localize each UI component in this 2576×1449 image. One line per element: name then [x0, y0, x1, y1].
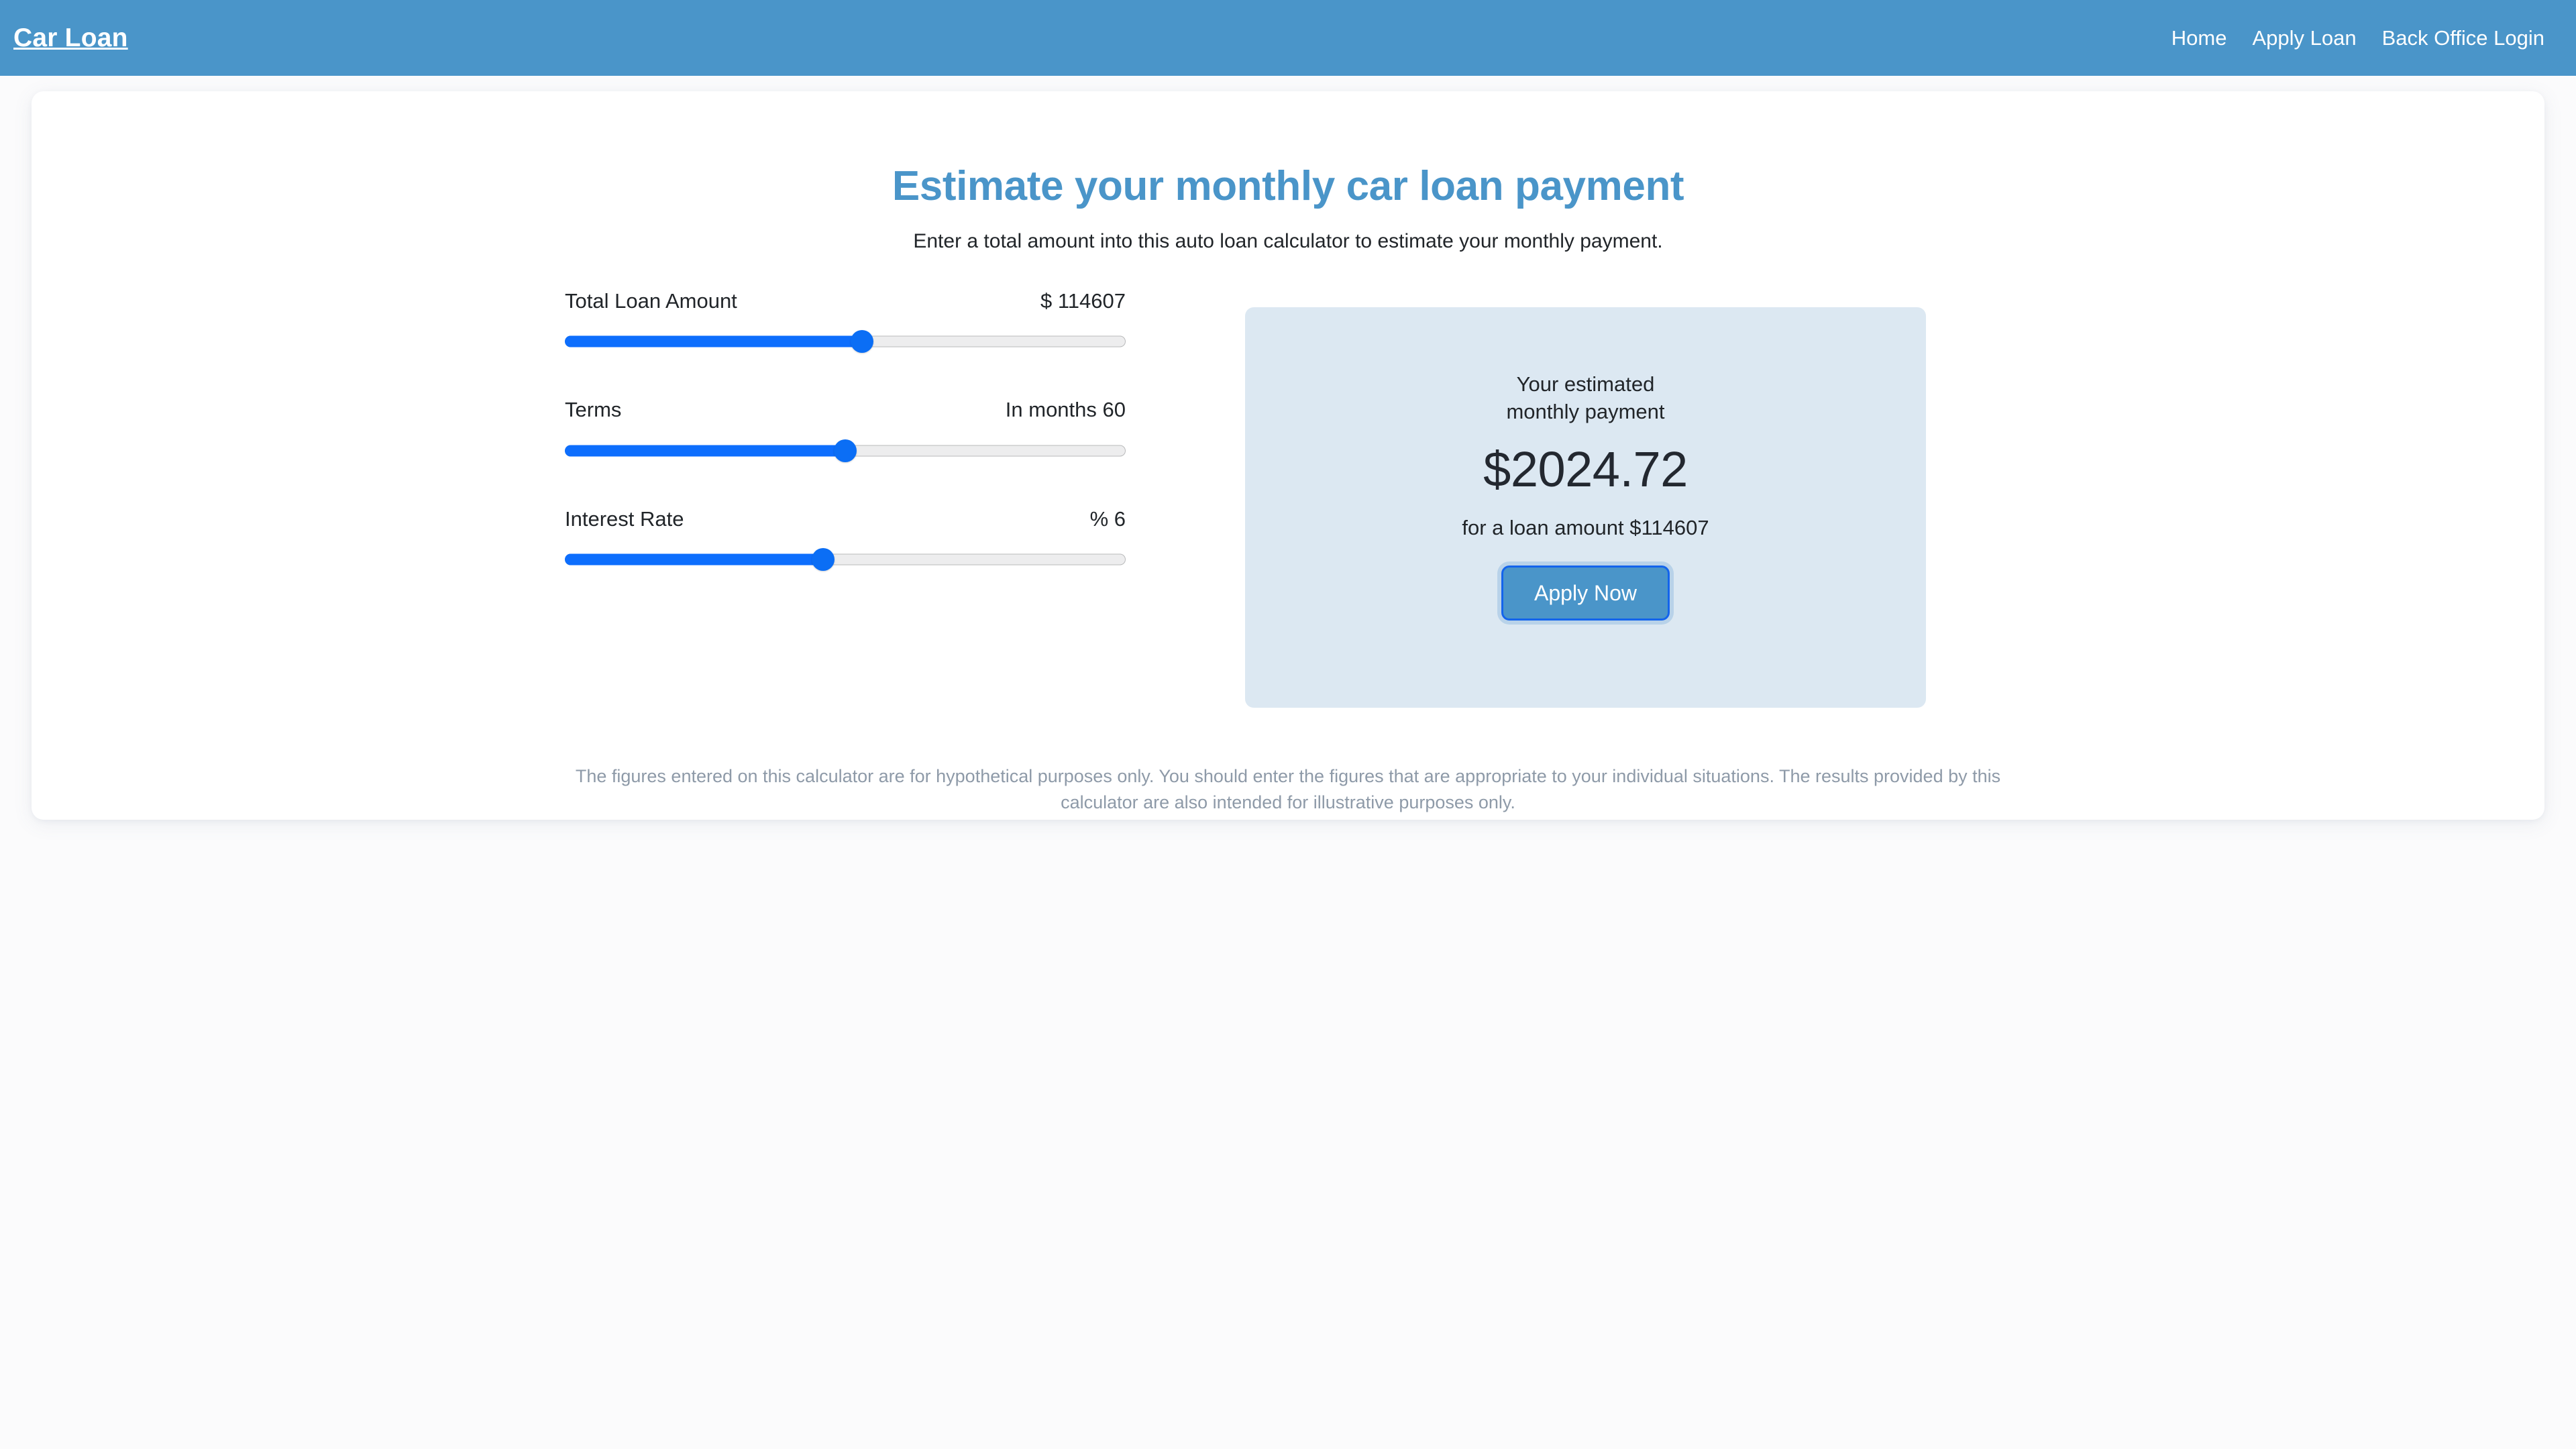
slider-value-total-loan-amount: $ 114607 — [1040, 289, 1126, 313]
calculator-card: Estimate your monthly car loan payment E… — [32, 91, 2544, 820]
navbar-links: Home Apply Loan Back Office Login — [2159, 28, 2544, 48]
estimate-title-line2: monthly payment — [1506, 400, 1665, 424]
slider-header: Total Loan Amount $ 114607 — [565, 288, 1126, 313]
slider-label-interest-rate: Interest Rate — [565, 506, 684, 531]
estimate-amount: $2024.72 — [1483, 441, 1688, 497]
estimate-loan-amount-note: for a loan amount $114607 — [1462, 516, 1709, 540]
slider-fill — [565, 335, 863, 347]
estimate-title: Your estimated monthly payment — [1506, 307, 1664, 425]
page-subtitle: Enter a total amount into this auto loan… — [913, 230, 1663, 253]
navbar-brand[interactable]: Car Loan — [13, 25, 128, 51]
slider-terms[interactable] — [565, 439, 1126, 462]
slider-header: Terms In months 60 — [565, 397, 1126, 422]
slider-label-total-loan-amount: Total Loan Amount — [565, 289, 737, 313]
slider-fill — [565, 553, 823, 566]
slider-fill — [565, 445, 845, 457]
nav-link-apply-loan[interactable]: Apply Loan — [2239, 28, 2369, 48]
slider-value-interest-rate: % 6 — [1089, 506, 1126, 531]
calculator-body: Total Loan Amount $ 114607 Terms In mont… — [32, 288, 2544, 812]
estimate-title-line1: Your estimated — [1516, 372, 1655, 396]
apply-now-button[interactable]: Apply Now — [1501, 566, 1670, 621]
nav-link-back-office-login[interactable]: Back Office Login — [2369, 28, 2544, 48]
slider-value-terms: In months 60 — [1005, 398, 1126, 422]
slider-group-terms: Terms In months 60 — [565, 397, 1126, 462]
slider-group-total-loan-amount: Total Loan Amount $ 114607 — [565, 288, 1126, 354]
top-navbar: Car Loan Home Apply Loan Back Office Log… — [0, 0, 2576, 76]
page-title: Estimate your monthly car loan payment — [892, 163, 1684, 209]
slider-label-terms: Terms — [565, 398, 622, 422]
slider-group-interest-rate: Interest Rate % 6 — [565, 506, 1126, 571]
nav-link-home[interactable]: Home — [2159, 28, 2240, 48]
slider-thumb[interactable] — [834, 439, 857, 462]
disclaimer-text: The figures entered on this calculator a… — [575, 766, 2001, 812]
slider-interest-rate[interactable] — [565, 547, 1126, 571]
slider-column: Total Loan Amount $ 114607 Terms In mont… — [565, 288, 1126, 571]
slider-thumb[interactable] — [811, 547, 835, 571]
slider-thumb[interactable] — [851, 330, 874, 354]
slider-header: Interest Rate % 6 — [565, 506, 1126, 531]
estimate-panel: Your estimated monthly payment $2024.72 … — [1245, 307, 1926, 708]
slider-total-loan-amount[interactable] — [565, 330, 1126, 354]
